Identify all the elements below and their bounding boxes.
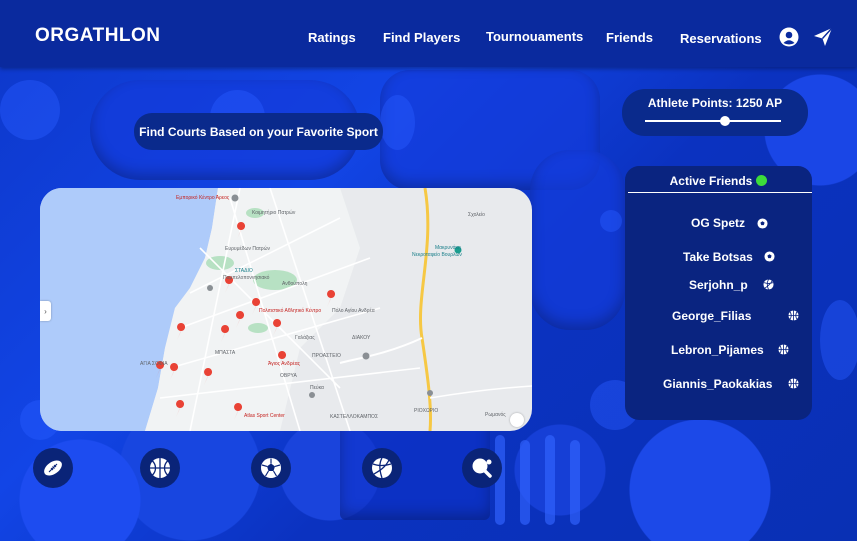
map-label: Γαλάξιας <box>295 335 315 341</box>
ping-pong-icon <box>472 458 492 478</box>
friend-lebron-pijames[interactable]: Lebron_Pijames <box>671 343 764 357</box>
top-navigation-bar: ORGATHLON Ratings Find Players Tournouam… <box>0 0 857 67</box>
map-label: Παμπελοποννησιακό <box>223 275 270 281</box>
basketball-icon <box>150 458 170 478</box>
nav-find-players[interactable]: Find Players <box>383 30 460 45</box>
map-label: ΟΒΡΥΑ <box>280 373 297 379</box>
map-label: Ανθούπολη <box>282 281 308 287</box>
map-zoom-control[interactable] <box>510 413 524 427</box>
basketball-icon <box>788 310 799 321</box>
sport-filter-basketball[interactable] <box>140 448 180 488</box>
active-friends-panel: Active Friends OG Spetz Take Botsas Serj… <box>625 166 812 420</box>
map-label: ΑΓΙΑ ΣΟΦΙΑ <box>140 361 168 367</box>
map-label: Atlas Sport Center <box>244 413 285 419</box>
athlete-points-slider-thumb[interactable] <box>720 116 731 126</box>
map-label: ΚΑΣΤΕΛΛΟΚΑΜΠΟΣ <box>330 414 379 420</box>
soccer-ball-icon <box>764 251 775 262</box>
nav-friends[interactable]: Friends <box>606 30 653 45</box>
nav-ratings[interactable]: Ratings <box>308 30 356 45</box>
nav-reservations[interactable]: Reservations <box>680 31 762 46</box>
volleyball-icon <box>763 279 774 290</box>
map-label: ΡΙΟΧΩΡΙΟ <box>414 408 439 414</box>
map-label: ΣΤΑΔΙΟ <box>235 268 253 274</box>
map-label: Πολιτιστικό Αθλητικό Κέντρο <box>259 308 322 314</box>
sport-filter-ping-pong[interactable] <box>462 448 502 488</box>
friend-giannis-paokakias[interactable]: Giannis_Paokakias <box>663 377 772 391</box>
user-icon[interactable] <box>779 27 799 47</box>
map-label: ΜΠΑΣΤΑ <box>215 350 236 356</box>
football-icon <box>44 460 62 476</box>
friend-serjohn-p[interactable]: Serjohn_p <box>689 278 748 292</box>
map-label: Σχολείο <box>468 212 485 218</box>
map-label: ΠΡΟΑΣΤΕΙΟ <box>312 353 341 359</box>
map-label: Νεκροταφείο Βουρλών <box>412 252 462 258</box>
sport-filter-football[interactable] <box>33 448 73 488</box>
map-panel-toggle[interactable]: › <box>40 301 51 321</box>
friend-george-filias[interactable]: George_Filias <box>672 309 751 323</box>
map-label: Μακρυνάκη <box>435 245 461 251</box>
basketball-icon <box>788 378 799 389</box>
athlete-points-label: Athlete Points: 1250 AP <box>647 96 783 110</box>
map-label: Άγιος Ανδρέας <box>268 361 301 367</box>
sport-filter-soccer[interactable] <box>251 448 291 488</box>
map-label: Εμπορικό Κέντρο Άρεος <box>176 195 230 201</box>
athlete-points-slider[interactable] <box>645 120 781 122</box>
find-courts-button[interactable]: Find Courts Based on your Favorite Sport <box>134 113 383 150</box>
friend-take-botsas[interactable]: Take Botsas <box>683 250 753 264</box>
sport-filter-volleyball[interactable] <box>362 448 402 488</box>
online-status-dot <box>756 175 768 186</box>
nav-tournaments[interactable]: Tournouaments <box>486 29 583 44</box>
map-label: ΔΙΑΚΟΥ <box>352 335 371 341</box>
friend-og-spetz[interactable]: OG Spetz <box>691 216 745 230</box>
divider <box>628 192 812 193</box>
send-icon[interactable] <box>813 27 833 47</box>
active-friends-label: Active Friends <box>669 174 753 188</box>
athlete-points-card: Athlete Points: 1250 AP <box>622 89 808 136</box>
soccer-ball-icon <box>261 458 281 478</box>
basketball-icon <box>778 344 789 355</box>
active-friends-title: Active Friends <box>625 174 812 188</box>
app-logo[interactable]: ORGATHLON <box>35 25 161 47</box>
map-label: Πόλο Αγίου Ανδρέα <box>332 308 375 314</box>
map-label: Κοιμητήριο Πατρών <box>252 210 296 216</box>
soccer-ball-icon <box>757 218 768 229</box>
map-label: Ρωμανός <box>485 412 506 418</box>
courts-map[interactable]: Εμπορικό Κέντρο Άρεος Κοιμητήριο Πατρών … <box>40 188 532 431</box>
map-label: Ευρυμέδων Πατρών <box>225 246 271 252</box>
map-label: Πεύκα <box>310 385 324 391</box>
volleyball-icon <box>372 457 392 479</box>
